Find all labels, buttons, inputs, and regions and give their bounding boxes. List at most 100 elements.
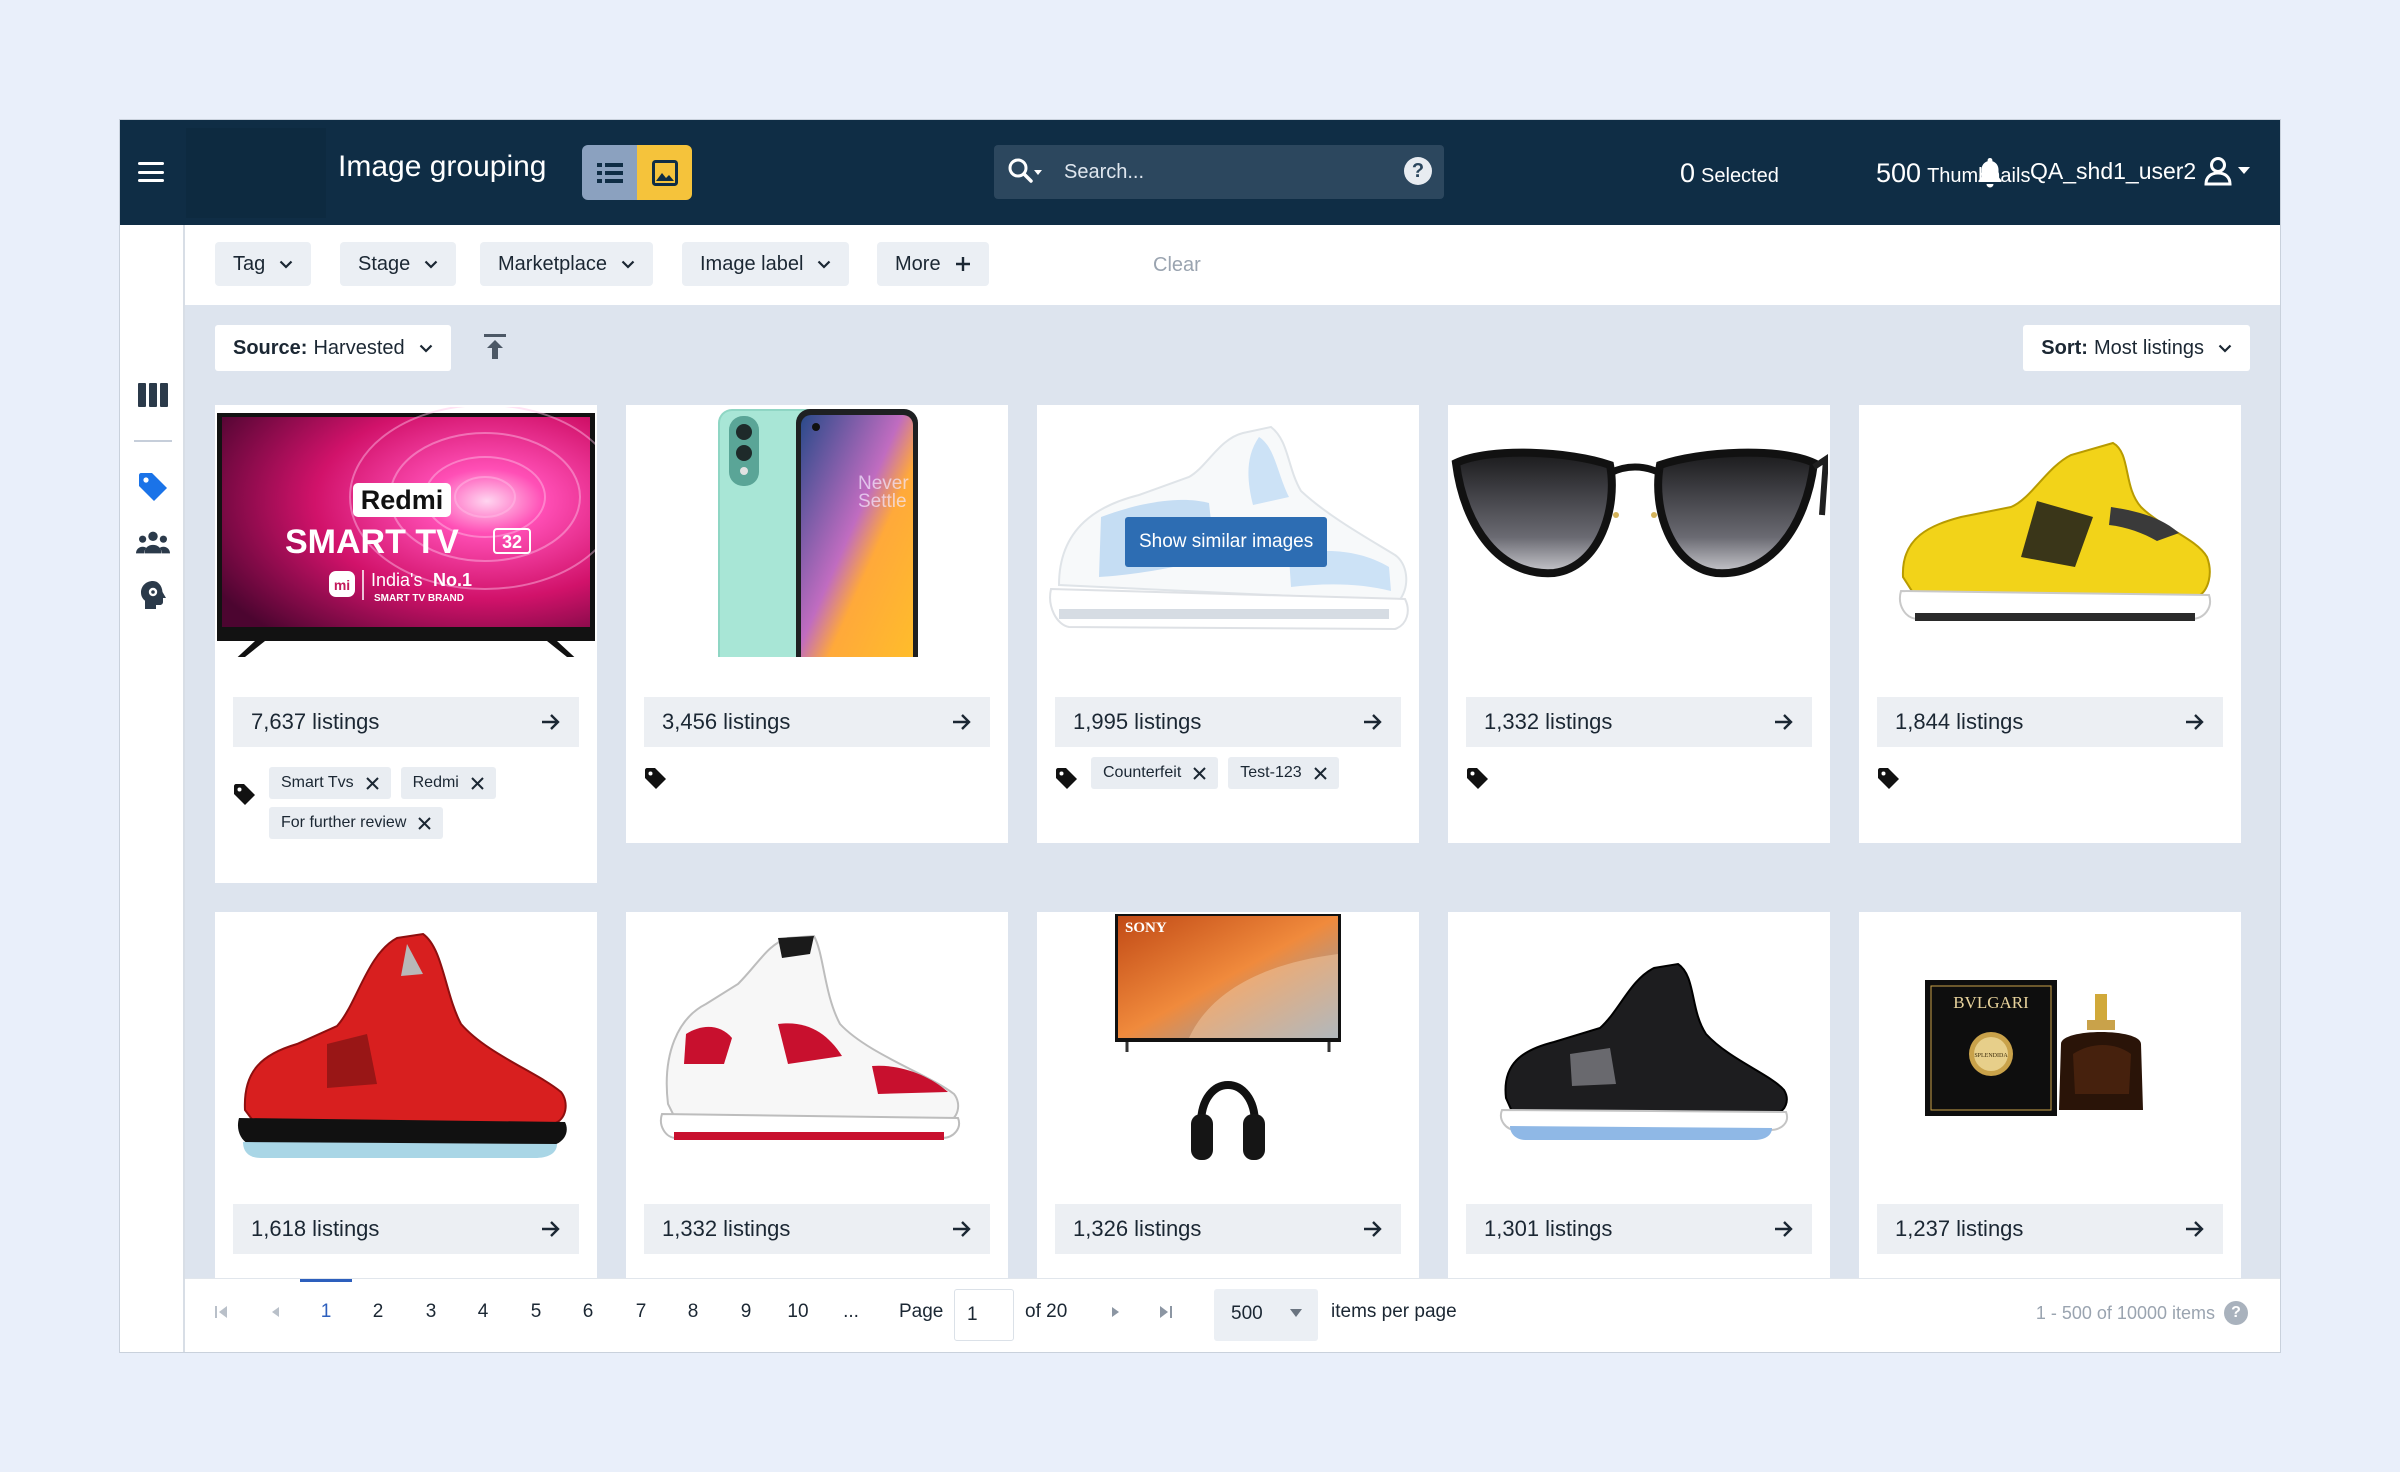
sort-value: Most listings [2093,336,2204,359]
product-thumbnail[interactable]: Show similar images [1039,407,1417,657]
tag-icon [139,473,167,501]
page-number[interactable]: 1 [306,1301,346,1323]
tag-chip: Smart Tvs [269,767,391,799]
remove-tag-icon[interactable] [1313,766,1327,780]
list-view-button[interactable] [582,145,637,200]
page-number-input[interactable] [954,1289,1014,1341]
image-card[interactable]: BVLGARI SPLENDIDA 1,237 listings [1859,912,2241,1278]
image-card[interactable]: Never Settle 3,456 listings [626,405,1008,843]
remove-tag-icon[interactable] [1193,766,1206,780]
image-card[interactable]: 1,332 listings [1448,405,1830,843]
image-card[interactable]: 1,618 listings [215,912,597,1278]
image-card[interactable]: Show similar images 1,995 listings Count… [1037,405,1419,843]
chevron-down-icon [2218,344,2232,353]
page-number[interactable]: 2 [358,1301,398,1323]
product-thumbnail[interactable] [1861,407,2239,657]
search-input[interactable] [1064,155,1364,189]
listings-link[interactable]: 1,332 listings [1466,697,1812,747]
tag-icon[interactable] [644,767,668,791]
page-number[interactable]: 6 [568,1301,608,1323]
clear-filters-link[interactable]: Clear [1153,254,1201,277]
image-card[interactable]: SONY 1,326 listings [1037,912,1419,1278]
view-toggle [582,145,692,200]
listings-count: 1,332 listings [662,1216,791,1241]
listings-count: 7,637 listings [251,709,380,734]
user-menu-icon[interactable] [2204,156,2254,188]
redmi-claim-3: SMART TV BRAND [374,593,464,604]
notification-bell-icon[interactable] [1976,156,2004,188]
page-number[interactable]: 4 [463,1301,503,1323]
product-thumbnail[interactable]: BVLGARI SPLENDIDA [1861,914,2239,1164]
rail-item-tags[interactable] [136,470,170,504]
search-help-icon[interactable]: ? [1404,157,1432,185]
arrow-right-icon [953,1221,971,1237]
scroll-to-top-icon[interactable] [483,333,507,361]
remove-tag-icon[interactable] [471,776,484,790]
pagination-help-icon[interactable]: ? [2224,1301,2248,1325]
tag-chip-label: Smart Tvs [281,774,354,791]
page-number[interactable]: 5 [516,1301,556,1323]
chevron-down-icon [419,344,432,353]
listings-link[interactable]: 1,618 listings [233,1204,579,1254]
product-thumbnail[interactable] [628,914,1006,1164]
image-label-filter-button[interactable]: Image label [682,242,850,286]
listings-link[interactable]: 1,844 listings [1877,697,2223,747]
page-ellipsis[interactable]: ... [831,1301,871,1323]
product-thumbnail[interactable]: SONY [1039,914,1417,1164]
grid-view-button[interactable] [637,145,692,200]
product-thumbnail[interactable] [217,914,595,1164]
page-number[interactable]: 8 [673,1301,713,1323]
marketplace-filter-button[interactable]: Marketplace [480,242,653,286]
show-similar-images-button[interactable]: Show similar images [1125,517,1328,567]
listings-link[interactable]: 1,326 listings [1055,1204,1401,1254]
listings-link[interactable]: 1,332 listings [644,1204,990,1254]
more-filters-button[interactable]: More [877,242,989,286]
image-card[interactable]: Redmi SMART TV 32 mi India's No.1 SMART … [215,405,597,883]
tag-icon[interactable] [1466,767,1490,791]
tag-icon[interactable] [1877,767,1901,791]
rail-item-columns[interactable] [136,378,170,412]
page-number[interactable]: 10 [778,1301,818,1323]
tag-icon[interactable] [233,783,257,807]
product-thumbnail[interactable]: Redmi SMART TV 32 mi India's No.1 SMART … [217,407,595,657]
next-page-icon[interactable] [1108,1305,1122,1319]
first-page-icon[interactable] [215,1305,229,1319]
username[interactable]: QA_shd1_user2 [2030,158,2196,185]
stage-filter-button[interactable]: Stage [340,242,457,286]
page-number[interactable]: 7 [621,1301,661,1323]
page-number[interactable]: 3 [411,1301,451,1323]
listings-link[interactable]: 1,995 listings [1055,697,1401,747]
tag-filter-button[interactable]: Tag [215,242,312,286]
last-page-icon[interactable] [1158,1305,1172,1319]
product-thumbnail[interactable]: Never Settle [628,407,1006,657]
remove-tag-icon[interactable] [418,816,432,830]
black-sneaker-image [1500,962,1788,1140]
remove-tag-icon[interactable] [365,776,379,790]
source-dropdown[interactable]: Source: Harvested [215,325,451,371]
hamburger-menu-icon[interactable] [136,156,166,188]
mi-logo-text: mi [334,577,350,593]
product-thumbnail[interactable] [1450,407,1828,657]
listings-link[interactable]: 3,456 listings [644,697,990,747]
listings-link[interactable]: 7,637 listings [233,697,579,747]
rail-item-groups[interactable] [136,525,170,559]
listings-link[interactable]: 1,237 listings [1877,1204,2223,1254]
listings-link[interactable]: 1,301 listings [1466,1204,1812,1254]
image-card[interactable]: 1,301 listings [1448,912,1830,1278]
caret-down-icon [1290,1309,1302,1317]
pagination-bar: 1 2 3 4 5 6 7 8 9 10 ... Page of 20 500 … [185,1278,2280,1352]
thumbnails-count: 500 Thumbnails [1876,158,2030,189]
filter-bar: Tag Stage Marketplace Image label More C… [185,225,2280,305]
tag-icon[interactable] [1055,767,1079,791]
listings-count: 1,301 listings [1484,1216,1613,1241]
page-number[interactable]: 9 [726,1301,766,1323]
items-per-page-select[interactable]: 500 [1214,1289,1318,1341]
sort-dropdown[interactable]: Sort: Most listings [2023,325,2250,371]
product-thumbnail[interactable] [1450,914,1828,1164]
search-icon[interactable] [1006,156,1046,188]
previous-page-icon[interactable] [269,1305,283,1319]
tag-chip-label: Test-123 [1240,764,1302,781]
image-card[interactable]: 1,844 listings [1859,405,2241,843]
image-card[interactable]: 1,332 listings [626,912,1008,1278]
rail-item-insights[interactable] [136,578,170,612]
